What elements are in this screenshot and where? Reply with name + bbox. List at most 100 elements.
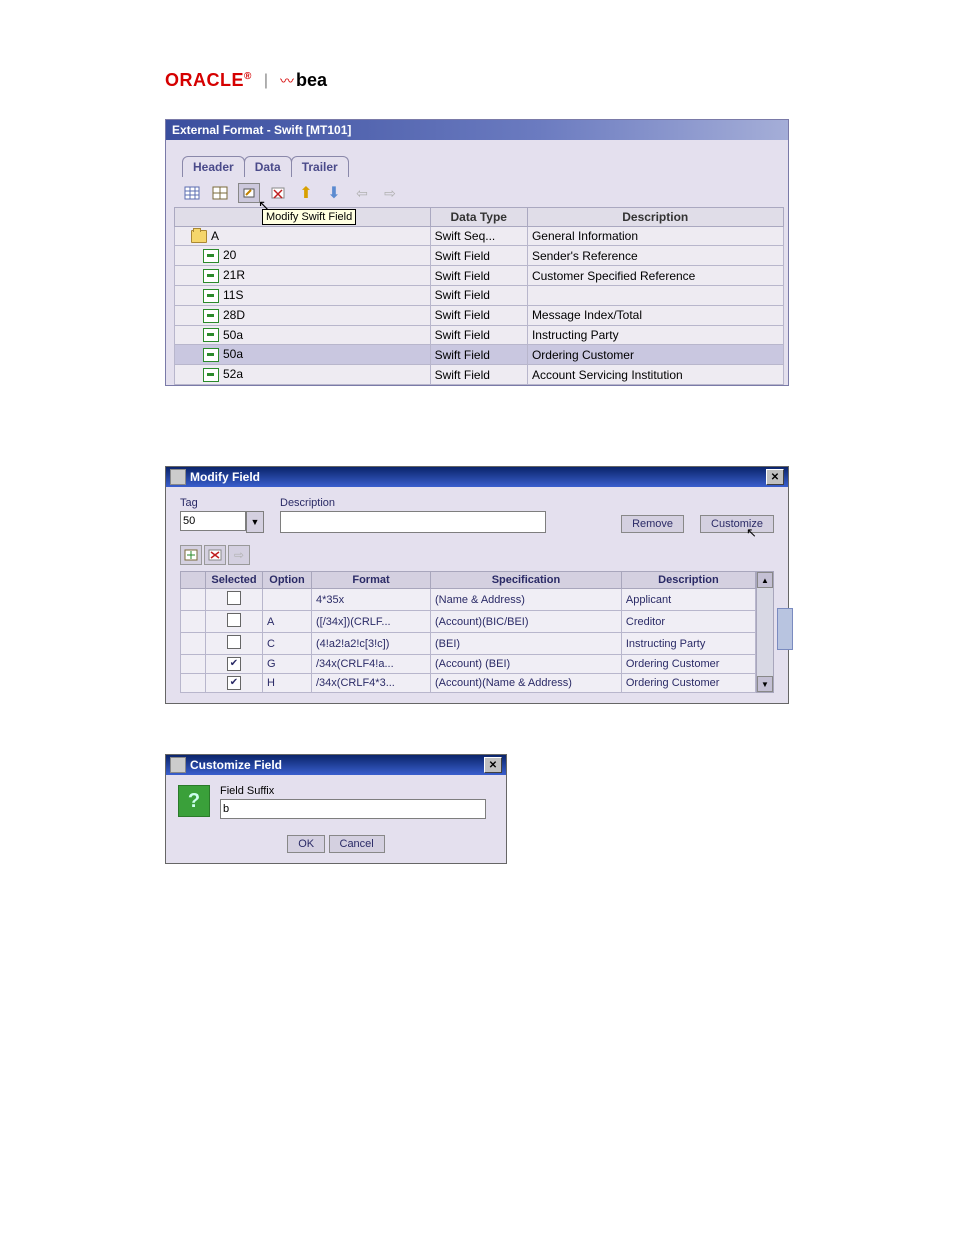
field-description: General Information	[527, 227, 783, 246]
table-row[interactable]: A([/34x])(CRLF...(Account)(BIC/BEI)Credi…	[181, 611, 756, 633]
option-value	[263, 589, 312, 611]
modify-swift-field-icon[interactable]	[238, 183, 260, 203]
dialog-titlebar[interactable]: Customize Field ✕	[166, 755, 506, 775]
ok-button[interactable]: OK	[287, 835, 325, 853]
description-input[interactable]	[280, 511, 546, 533]
arrow-right-icon[interactable]: ⇨	[380, 184, 400, 202]
tab-header[interactable]: Header	[182, 156, 245, 177]
field-name: 50a	[223, 328, 243, 342]
remove-button[interactable]: Remove	[621, 515, 684, 533]
arrow-left-icon[interactable]: ⇦	[352, 184, 372, 202]
external-format-panel: External Format - Swift [MT101] Header D…	[165, 119, 789, 386]
scroll-thumb[interactable]	[777, 608, 793, 650]
close-icon[interactable]: ✕	[766, 469, 784, 485]
field-name: 28D	[223, 308, 245, 322]
col-specification[interactable]: Specification	[431, 572, 622, 589]
table-row[interactable]: 50aSwift FieldInstructing Party	[175, 325, 784, 345]
grid-icon[interactable]	[182, 184, 202, 202]
delete-icon[interactable]	[268, 184, 288, 202]
cancel-button[interactable]: Cancel	[329, 835, 385, 853]
table-row[interactable]: ✔G/34x(CRLF4!a...(Account) (BEI)Ordering…	[181, 655, 756, 674]
dialog-titlebar[interactable]: Modify Field ✕	[166, 467, 788, 487]
table-row[interactable]: 11S Swift Field	[175, 285, 784, 305]
bea-logo: 〰bea	[280, 70, 327, 91]
option-description: Ordering Customer	[621, 655, 755, 674]
close-icon[interactable]: ✕	[484, 757, 502, 773]
tag-input[interactable]	[180, 511, 246, 531]
arrow-down-icon[interactable]: ⬇	[324, 184, 344, 202]
row-handle	[181, 655, 206, 674]
field-description: Ordering Customer	[527, 345, 783, 365]
field-icon	[203, 249, 219, 263]
specification-value: (Name & Address)	[431, 589, 622, 611]
row-handle	[181, 611, 206, 633]
logo-separator: |	[264, 72, 268, 90]
field-description: Message Index/Total	[527, 305, 783, 325]
field-icon	[203, 309, 219, 323]
field-name: 11S	[223, 288, 243, 302]
arrow-up-icon[interactable]: ⬆	[296, 184, 316, 202]
customize-button[interactable]: Customize	[700, 515, 774, 533]
options-scrollbar[interactable]: ▲ ▼	[756, 571, 774, 693]
field-name: 50a	[223, 347, 243, 361]
field-name: 21R	[223, 268, 245, 282]
selected-checkbox[interactable]: ✔	[227, 676, 241, 690]
selected-checkbox[interactable]: ✔	[227, 657, 241, 671]
field-icon	[203, 348, 219, 362]
field-icon	[203, 368, 219, 382]
option-value: C	[263, 633, 312, 655]
row-handle	[181, 589, 206, 611]
table-row[interactable]: 28D Swift FieldMessage Index/Total	[175, 305, 784, 325]
field-type: Swift Seq...	[430, 227, 527, 246]
field-type: Swift Field	[430, 305, 527, 325]
cursor-icon: ↖	[258, 197, 270, 214]
move-option-icon[interactable]: ⇨	[228, 545, 250, 565]
specification-value: (Account)(Name & Address)	[431, 674, 622, 693]
field-type: Swift Field	[430, 285, 527, 305]
table-row[interactable]: ASwift Seq...General Information	[175, 227, 784, 246]
col-description[interactable]: Description	[527, 208, 783, 227]
options-table: Selected Option Format Specification Des…	[180, 571, 756, 693]
folder-icon	[191, 230, 207, 243]
table-row[interactable]: 50a Swift FieldOrdering Customer	[175, 345, 784, 365]
table-row[interactable]: C(4!a2!a2!c[3!c])(BEI)Instructing Party	[181, 633, 756, 655]
tab-data[interactable]: Data	[244, 156, 292, 177]
table-row[interactable]: 4*35x(Name & Address)Applicant	[181, 589, 756, 611]
field-description: Sender's Reference	[527, 246, 783, 266]
oracle-logo: ORACLE®	[165, 70, 252, 91]
add-option-icon[interactable]	[180, 545, 202, 565]
brand-logos: ORACLE® | 〰bea	[165, 70, 789, 91]
dialog-title: Customize Field	[190, 758, 282, 772]
option-description: Creditor	[621, 611, 755, 633]
scroll-up-icon[interactable]: ▲	[757, 572, 773, 588]
scroll-down-icon[interactable]: ▼	[757, 676, 773, 692]
table-row[interactable]: ✔H/34x(CRLF4*3...(Account)(Name & Addres…	[181, 674, 756, 693]
selected-checkbox[interactable]	[227, 613, 241, 627]
table-add-icon[interactable]	[210, 184, 230, 202]
field-suffix-input[interactable]	[220, 799, 486, 819]
description-label: Description	[280, 497, 546, 509]
col-format[interactable]: Format	[312, 572, 431, 589]
col-option-description[interactable]: Description	[621, 572, 755, 589]
selected-checkbox[interactable]	[227, 591, 241, 605]
field-type: Swift Field	[430, 345, 527, 365]
table-row[interactable]: 52aSwift FieldAccount Servicing Institut…	[175, 365, 784, 385]
toolbar: ⬆ ⬇ ⇦ ⇨ Modify Swift Field ↖	[166, 177, 788, 207]
delete-option-icon[interactable]	[204, 545, 226, 565]
option-description: Ordering Customer	[621, 674, 755, 693]
format-value: /34x(CRLF4*3...	[312, 674, 431, 693]
selected-checkbox[interactable]	[227, 635, 241, 649]
col-data-type[interactable]: Data Type	[430, 208, 527, 227]
field-name: 20	[223, 248, 236, 262]
tab-trailer[interactable]: Trailer	[291, 156, 349, 177]
field-type: Swift Field	[430, 246, 527, 266]
row-handle	[181, 674, 206, 693]
customize-field-dialog: Customize Field ✕ ? Field Suffix OK Canc…	[165, 754, 507, 864]
col-option[interactable]: Option	[263, 572, 312, 589]
specification-value: (Account) (BEI)	[431, 655, 622, 674]
table-row[interactable]: 21RSwift FieldCustomer Specified Referen…	[175, 266, 784, 286]
table-row[interactable]: 20 Swift FieldSender's Reference	[175, 246, 784, 266]
tag-dropdown-arrow[interactable]: ▼	[246, 511, 264, 533]
col-selected[interactable]: Selected	[206, 572, 263, 589]
window-icon	[170, 469, 186, 485]
